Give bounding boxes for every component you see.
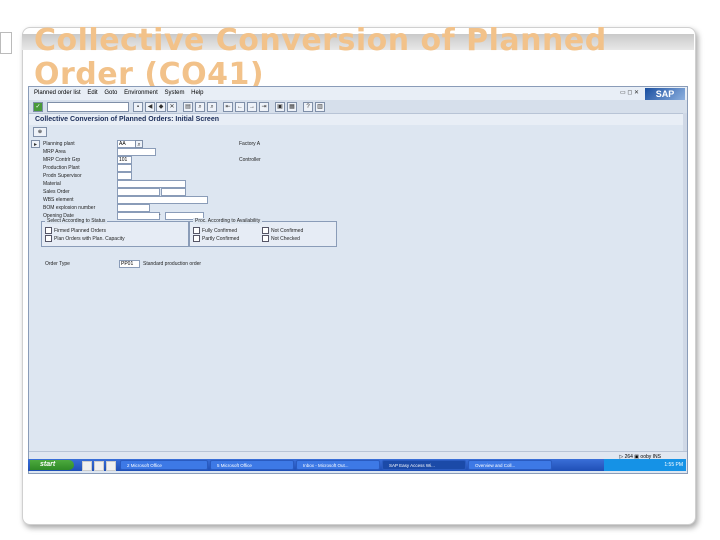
first-page-icon[interactable]: ⇤	[223, 102, 233, 112]
bom-explosion-input[interactable]	[117, 204, 150, 212]
prev-page-icon[interactable]: ←	[235, 102, 245, 112]
checkbox-label: Plan Orders with Plan. Capacity	[54, 235, 125, 242]
planning-plant-input[interactable]: AA	[117, 140, 136, 148]
last-page-icon[interactable]: ⇥	[259, 102, 269, 112]
fully-confirmed-checkbox[interactable]: Fully Confirmed	[193, 227, 237, 234]
checkbox-label: Not Checked	[271, 235, 300, 242]
shortcut-icon[interactable]: ▦	[287, 102, 297, 112]
menu-item-environment[interactable]: Environment	[124, 87, 158, 100]
wbs-element-input[interactable]	[117, 196, 208, 204]
order-type-input[interactable]: PP01	[119, 260, 140, 268]
field-label: MRP Contrlr Grp	[43, 157, 81, 163]
print-icon[interactable]: ▤	[183, 102, 193, 112]
opening-date-from-input[interactable]	[117, 212, 160, 220]
menu-item-planned-order-list[interactable]: Planned order list	[34, 87, 81, 100]
checkbox-label: Fully Confirmed	[202, 227, 238, 234]
group-title: Proc. According to Availability	[193, 218, 263, 224]
taskbar-item[interactable]: 5 Microsoft Office	[210, 460, 294, 470]
field-label: Order Type	[45, 261, 70, 267]
menu-bar: Planned order list Edit Goto Environment…	[29, 87, 687, 101]
checkbox-label: Partly Confirmed	[202, 235, 240, 242]
start-button[interactable]: start	[30, 460, 74, 470]
standard-toolbar: ✓ ▪ ◀ ◆ ✕ ▤ ⌕ ⌕ ⇤ ← → ⇥ ▣ ▦ ? ▥	[29, 100, 687, 114]
quicklaunch-outlook-icon[interactable]	[94, 461, 104, 471]
field-label: WBS element	[43, 197, 74, 203]
clock: 1:55 PM	[664, 462, 683, 468]
vertical-scrollbar[interactable]	[683, 113, 687, 451]
taskbar-item[interactable]: 2 Microsoft Office	[120, 460, 208, 470]
system-tray: 1:55 PM	[604, 459, 686, 471]
slide-title: Collective Conversion of Planned Order (…	[34, 23, 607, 92]
taskbar-item[interactable]: Inbox - Microsoft Out...	[296, 460, 380, 470]
field-description: Controller	[239, 157, 261, 163]
menu-item-help[interactable]: Help	[191, 87, 203, 100]
menu-item-system[interactable]: System	[164, 87, 184, 100]
not-confirmed-checkbox[interactable]: Not Confirmed	[262, 227, 303, 234]
exit-icon[interactable]: ◆	[156, 102, 166, 112]
search-help-icon[interactable]: ⌕	[135, 140, 143, 148]
field-label: Production Plant	[43, 165, 80, 171]
checkbox-label: Firmed Planned Orders	[54, 227, 106, 234]
variant-icon[interactable]: ▸	[31, 140, 40, 148]
group-title: Select According to Status	[45, 218, 108, 224]
mrp-area-input[interactable]	[117, 148, 156, 156]
execute-icon[interactable]: ⊕	[33, 127, 47, 137]
status-group: Select According to Status Firmed Planne…	[41, 218, 189, 247]
field-label: Prodn Supervisor	[43, 173, 82, 179]
sales-order-input[interactable]	[117, 188, 160, 196]
mrp-controller-input[interactable]: 101	[117, 156, 132, 164]
find-icon[interactable]: ⌕	[195, 102, 205, 112]
sales-order-item-input[interactable]	[161, 188, 186, 196]
field-label: MRP Area	[43, 149, 66, 155]
checkbox-label: Not Confirmed	[271, 227, 304, 234]
screen-title: Collective Conversion of Planned Orders:…	[29, 114, 687, 125]
partly-confirmed-checkbox[interactable]: Partly Confirmed	[193, 235, 239, 242]
help-icon[interactable]: ?	[303, 102, 313, 112]
firmed-orders-checkbox[interactable]: Firmed Planned Orders	[45, 227, 106, 234]
title-marker	[0, 32, 12, 54]
command-field[interactable]	[47, 102, 129, 112]
field-label: Planning plant	[43, 141, 75, 147]
quicklaunch-desktop-icon[interactable]	[106, 461, 116, 471]
menu-item-edit[interactable]: Edit	[87, 87, 97, 100]
next-page-icon[interactable]: →	[247, 102, 257, 112]
find-next-icon[interactable]: ⌕	[207, 102, 217, 112]
cancel-icon[interactable]: ✕	[167, 102, 177, 112]
quicklaunch-ie-icon[interactable]	[82, 461, 92, 471]
enter-icon[interactable]: ✓	[33, 102, 43, 112]
window-buttons[interactable]: ▭ ◻ ✕	[620, 89, 639, 96]
field-description: Standard production order	[143, 261, 202, 267]
not-checked-checkbox[interactable]: Not Checked	[262, 235, 300, 242]
taskbar-item[interactable]: Overview and Coll...	[468, 460, 552, 470]
windows-taskbar: start 2 Microsoft Office 5 Microsoft Off…	[28, 459, 686, 471]
field-label: BOM explosion number	[43, 205, 96, 211]
plan-capacity-checkbox[interactable]: Plan Orders with Plan. Capacity	[45, 235, 125, 242]
back-icon[interactable]: ◀	[145, 102, 155, 112]
field-label: Material	[43, 181, 61, 187]
layout-icon[interactable]: ▥	[315, 102, 325, 112]
save-icon[interactable]: ▪	[133, 102, 143, 112]
production-plant-input[interactable]	[117, 164, 132, 172]
to-separator: -	[159, 212, 161, 218]
field-label: Sales Order	[43, 189, 70, 195]
field-description: Factory A	[239, 141, 261, 147]
menu-item-goto[interactable]: Goto	[104, 87, 117, 100]
new-session-icon[interactable]: ▣	[275, 102, 285, 112]
prodn-supervisor-input[interactable]	[117, 172, 132, 180]
taskbar-item-active[interactable]: SAP Easy Access Wi...	[382, 460, 466, 470]
material-input[interactable]	[117, 180, 186, 188]
availability-group: Proc. According to Availability Fully Co…	[189, 218, 337, 247]
sap-window: Planned order list Edit Goto Environment…	[28, 86, 688, 474]
